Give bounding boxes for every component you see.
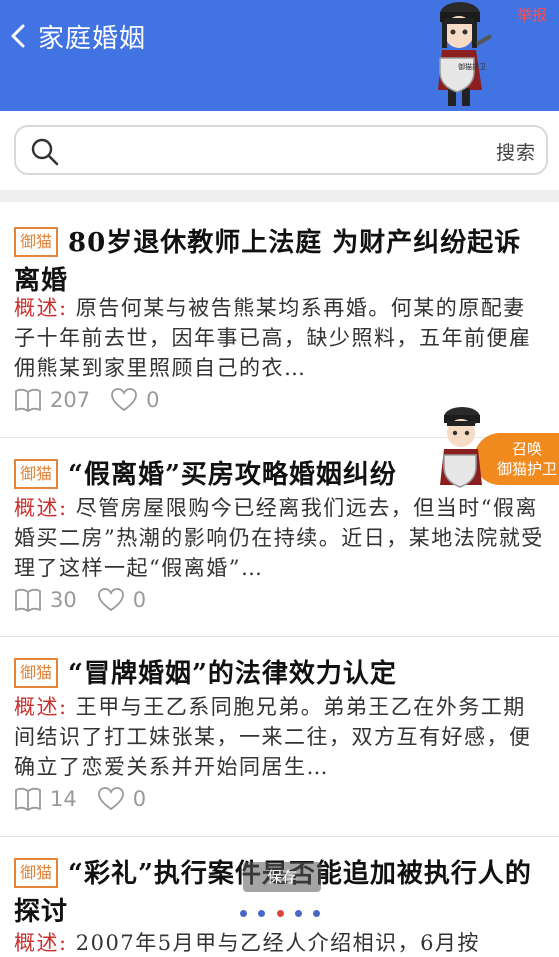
article-title-text: 80岁退休教师上法庭 为财产纠纷起诉离婚 <box>14 228 522 296</box>
carousel-dot[interactable] <box>258 910 266 917</box>
article-tag: 御猫 <box>14 858 59 888</box>
heart-icon[interactable] <box>97 786 125 812</box>
article-title[interactable]: 御猫 “冒牌婚姻”的法律效力认定 <box>14 655 547 693</box>
carousel-dot[interactable] <box>276 910 284 917</box>
article-item[interactable]: 御猫 “彩礼”执行案件是否能追加被执行人的探讨 概述: 2007年5月甲与乙经人介… <box>0 837 559 957</box>
floating-mascot-icon[interactable] <box>430 405 500 495</box>
search-input[interactable] <box>72 135 472 167</box>
article-stats: 30 0 <box>14 586 166 614</box>
read-count: 30 <box>50 588 77 612</box>
article-stats: 207 0 <box>14 386 179 414</box>
summary-text: 王甲与王乙系同胞兄弟。弟弟王乙在外务工期间结识了打工妹张某，一来二往，双方互有好… <box>14 695 532 779</box>
carousel-dot[interactable] <box>313 910 320 917</box>
carousel-indicator <box>240 910 320 918</box>
section-divider <box>0 190 559 202</box>
mascot-shield-label: 御猫护卫 <box>458 63 486 71</box>
summary-text: 尽管房屋限购今已经离我们远去，但当时“假离婚买二房”热潮的影响仍在持续。近日，某… <box>14 496 544 580</box>
summary-text: 2007年5月甲与乙经人介绍相识，6月按 <box>75 931 480 955</box>
article-title[interactable]: 御猫 80岁退休教师上法庭 为财产纠纷起诉离婚 <box>14 224 547 300</box>
like-count: 0 <box>132 787 147 811</box>
top-bar: 家庭婚姻 御猫护卫 举报 <box>0 0 559 111</box>
summary-label: 概述: <box>14 496 68 520</box>
article-item[interactable]: 御猫 “冒牌婚姻”的法律效力认定 概述: 王甲与王乙系同胞兄弟。弟弟王乙在外务工期… <box>0 637 559 837</box>
page-title: 家庭婚姻 <box>38 24 147 54</box>
article-summary: 概述: 王甲与王乙系同胞兄弟。弟弟王乙在外务工期间结识了打工妹张某，一来二往，双… <box>14 692 547 782</box>
article-tag: 御猫 <box>14 459 59 489</box>
summon-line-1: 召唤 <box>511 440 542 458</box>
book-icon <box>15 388 41 412</box>
summary-label: 概述: <box>14 296 68 320</box>
save-toast: 保存 <box>243 862 321 892</box>
carousel-dot[interactable] <box>294 910 302 917</box>
article-title-text: “冒牌婚姻”的法律效力认定 <box>68 659 397 689</box>
article-summary: 概述: 尽管房屋限购今已经离我们远去，但当时“假离婚买二房”热潮的影响仍在持续。… <box>14 493 547 583</box>
search-icon <box>31 138 59 166</box>
search-box[interactable]: 搜索 <box>14 125 548 175</box>
article-title[interactable]: 御猫 “假离婚”买房攻略婚姻纠纷 <box>14 456 439 494</box>
article-title-text: “假离婚”买房攻略婚姻纠纷 <box>68 460 397 490</box>
article-summary: 概述: 原告何某与被告熊某均系再婚。何某的原配妻子十年前去世，因年事已高，缺少照… <box>14 293 547 383</box>
article-item[interactable]: 御猫 80岁退休教师上法庭 为财产纠纷起诉离婚 概述: 原告何某与被告熊某均系再婚… <box>0 202 559 438</box>
book-icon <box>15 588 41 612</box>
article-stats: 14 0 <box>14 785 166 813</box>
heart-icon[interactable] <box>110 387 138 413</box>
article-tag: 御猫 <box>14 227 59 257</box>
search-bar: 搜索 <box>0 111 559 190</box>
carousel-dot[interactable] <box>240 910 247 917</box>
heart-icon[interactable] <box>97 587 125 613</box>
mascot-guard-icon[interactable] <box>428 0 498 108</box>
book-icon <box>15 787 41 811</box>
summon-line-2: 御猫护卫 <box>496 460 557 478</box>
summary-text: 原告何某与被告熊某均系再婚。何某的原配妻子十年前去世，因年事已高，缺少照料，五年… <box>14 296 532 380</box>
read-count: 14 <box>50 787 77 811</box>
read-count: 207 <box>50 388 91 412</box>
article-tag: 御猫 <box>14 658 59 688</box>
article-summary: 概述: 2007年5月甲与乙经人介绍相识，6月按 <box>14 928 547 957</box>
like-count: 0 <box>132 588 147 612</box>
report-link[interactable]: 举报 <box>517 4 547 25</box>
back-arrow-icon[interactable] <box>6 22 30 50</box>
search-button[interactable]: 搜索 <box>496 138 536 165</box>
like-count: 0 <box>146 388 160 412</box>
summary-label: 概述: <box>14 695 68 719</box>
summary-label: 概述: <box>14 931 68 955</box>
